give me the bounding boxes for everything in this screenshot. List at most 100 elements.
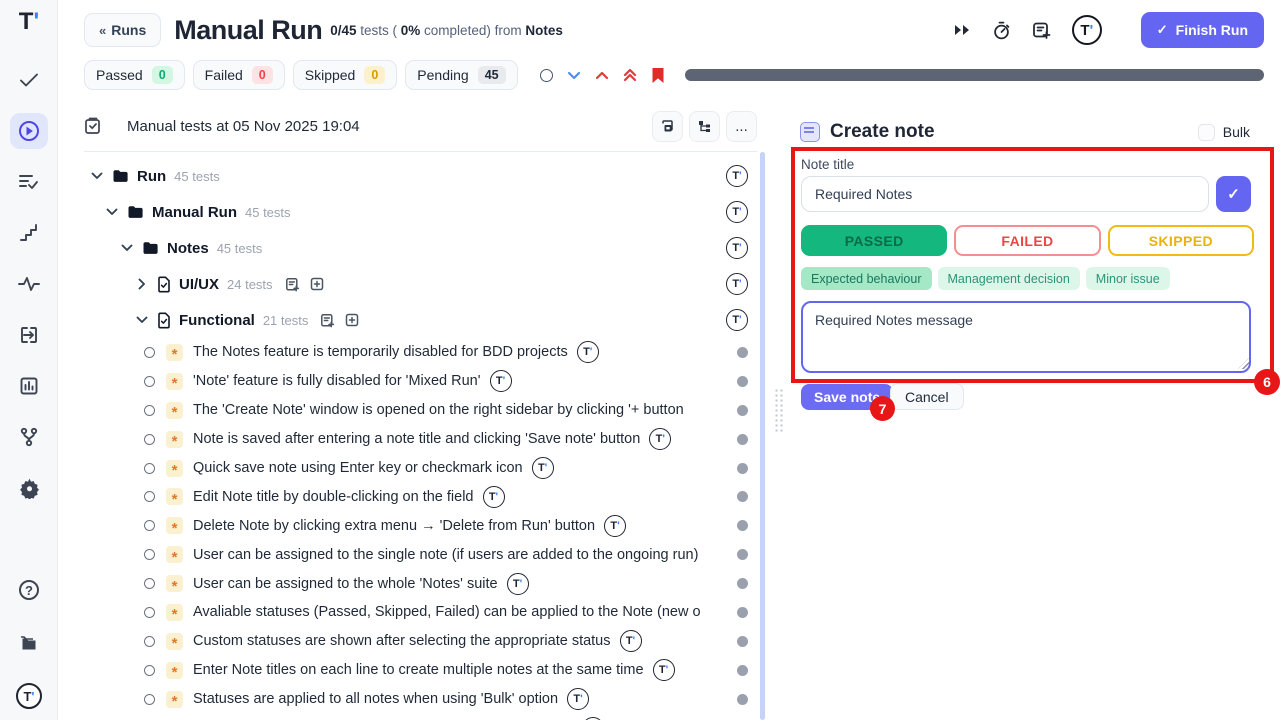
testomat-badge-icon[interactable]: T' [620, 630, 642, 652]
note-status-passed-button[interactable]: PASSED [801, 225, 947, 256]
test-title[interactable]: 'Note' feature is fully disabled for 'Mi… [193, 373, 481, 389]
sidebar-item-help[interactable]: ? [10, 572, 48, 608]
test-row[interactable]: *Enter Note titles on each line to creat… [84, 656, 757, 685]
filter-pending-button[interactable]: Pending 45 [405, 60, 517, 90]
add-test-mini-icon[interactable] [310, 277, 324, 292]
note-status-skipped-button[interactable]: SKIPPED [1108, 225, 1254, 256]
test-status-radio[interactable] [144, 665, 155, 676]
suite-label[interactable]: Notes [167, 240, 209, 257]
sidebar-item-profile[interactable]: T' [10, 678, 48, 714]
test-row[interactable]: *User can be assigned to the whole 'Note… [84, 569, 757, 598]
testomat-badge-icon[interactable]: T' [726, 273, 748, 295]
testomat-badge-icon[interactable]: T' [604, 515, 626, 537]
sidebar-item-branches[interactable] [10, 419, 48, 455]
test-row[interactable]: *The 'Convert to test' button is shown a… [84, 714, 757, 720]
test-row[interactable]: *Custom statuses are shown after selecti… [84, 627, 757, 656]
testomat-badge-icon[interactable]: T' [649, 428, 671, 450]
add-note-mini-icon[interactable] [320, 313, 335, 328]
quick-save-check-button[interactable]: ✓ [1216, 176, 1251, 212]
testomat-badge-icon[interactable]: T' [726, 309, 748, 331]
test-row[interactable]: *Statuses are applied to all notes when … [84, 685, 757, 714]
test-status-radio[interactable] [144, 434, 155, 445]
suite-row-functional[interactable]: Functional21 testsT' [84, 302, 757, 338]
chevron-up-icon[interactable] [595, 71, 609, 80]
testomat-badge-icon[interactable]: T' [483, 486, 505, 508]
fast-forward-icon[interactable] [953, 23, 971, 37]
add-note-mini-icon[interactable] [285, 277, 300, 292]
filter-skipped-button[interactable]: Skipped 0 [293, 60, 398, 90]
suite-label[interactable]: UI/UX [179, 276, 219, 293]
sidebar-item-settings[interactable] [10, 470, 48, 506]
test-status-radio[interactable] [144, 549, 155, 560]
test-row[interactable]: *The 'Create Note' window is opened on t… [84, 396, 757, 425]
note-tag-expected-behaviour[interactable]: Expected behaviour [801, 267, 932, 290]
test-title[interactable]: Avaliable statuses (Passed, Skipped, Fai… [193, 604, 701, 620]
scrollbar[interactable] [760, 152, 765, 720]
test-row[interactable]: *User can be assigned to the single note… [84, 540, 757, 569]
note-message-textarea[interactable] [801, 301, 1251, 373]
test-title[interactable]: Statuses are applied to all notes when u… [193, 691, 558, 707]
add-test-mini-icon[interactable] [345, 313, 359, 328]
note-status-failed-button[interactable]: FAILED [954, 225, 1100, 256]
testomat-badge-icon[interactable]: T' [577, 341, 599, 363]
unchecked-filter-icon[interactable] [540, 69, 553, 82]
test-row[interactable]: *Quick save note using Enter key or chec… [84, 454, 757, 483]
suite-row-run[interactable]: Run45 testsT' [84, 158, 757, 194]
cancel-button[interactable]: Cancel [890, 383, 964, 410]
sidebar-item-analytics[interactable] [10, 368, 48, 404]
chevron-down-icon[interactable] [90, 172, 104, 180]
sidebar-item-tests[interactable] [10, 62, 48, 98]
test-title[interactable]: Edit Note title by double-clicking on th… [193, 489, 474, 505]
suite-label[interactable]: Manual Run [152, 204, 237, 221]
back-to-runs-button[interactable]: « Runs [84, 13, 161, 47]
test-row[interactable]: *'Note' feature is fully disabled for 'M… [84, 367, 757, 396]
test-status-radio[interactable] [144, 607, 155, 618]
test-title[interactable]: Delete Note by clicking extra menu → 'De… [193, 518, 595, 534]
testomat-badge-icon[interactable]: T' [490, 370, 512, 392]
testomat-logo-icon[interactable]: T' [1072, 15, 1102, 45]
chevron-down-icon[interactable] [120, 244, 134, 252]
test-row[interactable]: *Avaliable statuses (Passed, Skipped, Fa… [84, 598, 757, 627]
note-title-input[interactable] [801, 176, 1209, 212]
add-note-icon[interactable] [1032, 21, 1051, 40]
test-status-radio[interactable] [144, 694, 155, 705]
test-row[interactable]: *Delete Note by clicking extra menu → 'D… [84, 511, 757, 540]
test-status-radio[interactable] [144, 405, 155, 416]
test-status-radio[interactable] [144, 636, 155, 647]
copy-icon[interactable] [652, 111, 683, 142]
app-logo[interactable]: T' [0, 8, 58, 36]
panel-resize-handle[interactable] [774, 388, 784, 434]
testomat-badge-icon[interactable]: T' [567, 688, 589, 710]
test-title[interactable]: The Notes feature is temporarily disable… [193, 344, 568, 360]
test-status-radio[interactable] [144, 376, 155, 387]
timer-icon[interactable] [992, 21, 1011, 40]
filter-passed-button[interactable]: Passed 0 [84, 60, 185, 90]
suite-row-ui-ux[interactable]: UI/UX24 testsT' [84, 266, 757, 302]
chevron-down-icon[interactable] [567, 71, 581, 80]
suite-row-manual-run[interactable]: Manual Run45 testsT' [84, 194, 757, 230]
finish-run-button[interactable]: ✓ Finish Run [1141, 12, 1264, 48]
test-title[interactable]: The 'Create Note' window is opened on th… [193, 402, 684, 418]
test-row[interactable]: *The Notes feature is temporarily disabl… [84, 338, 757, 367]
test-status-radio[interactable] [144, 491, 155, 502]
sidebar-item-plans[interactable] [10, 164, 48, 200]
more-options-button[interactable]: ... [726, 111, 757, 142]
test-status-radio[interactable] [144, 347, 155, 358]
test-title[interactable]: User can be assigned to the whole 'Notes… [193, 576, 498, 592]
test-title[interactable]: User can be assigned to the single note … [193, 547, 698, 563]
bookmark-icon[interactable] [651, 67, 665, 84]
suite-label[interactable]: Run [137, 168, 166, 185]
test-title[interactable]: Enter Note titles on each line to create… [193, 662, 644, 678]
sidebar-item-runs[interactable] [10, 113, 48, 149]
testomat-badge-icon[interactable]: T' [653, 659, 675, 681]
filter-failed-button[interactable]: Failed 0 [193, 60, 285, 90]
testomat-badge-icon[interactable]: T' [507, 573, 529, 595]
sidebar-item-import[interactable] [10, 317, 48, 353]
test-title[interactable]: Quick save note using Enter key or check… [193, 460, 523, 476]
sidebar-item-pulse[interactable] [10, 266, 48, 302]
sidebar-item-milestones[interactable] [10, 215, 48, 251]
test-status-radio[interactable] [144, 463, 155, 474]
testomat-badge-icon[interactable]: T' [532, 457, 554, 479]
test-status-radio[interactable] [144, 520, 155, 531]
suite-row-notes[interactable]: Notes45 testsT' [84, 230, 757, 266]
